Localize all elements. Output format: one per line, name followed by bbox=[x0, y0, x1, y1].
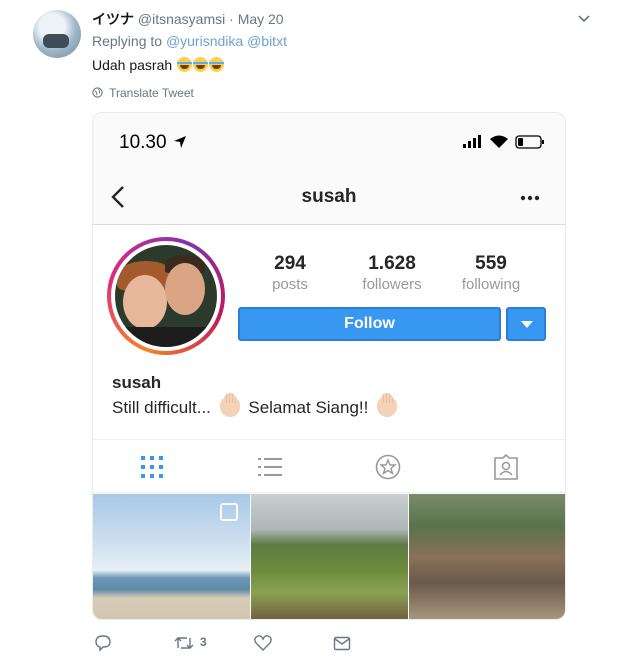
reply-handle[interactable]: @bitxt bbox=[247, 33, 287, 49]
multiple-photos-icon bbox=[220, 503, 238, 521]
phone-status-bar: 10.30 bbox=[93, 113, 565, 169]
translate-label: Translate Tweet bbox=[109, 86, 194, 100]
tweet-body: Udah pasrah bbox=[92, 57, 173, 73]
list-view-icon[interactable] bbox=[257, 454, 283, 480]
photo-tile-beach[interactable] bbox=[93, 494, 250, 619]
stat-following[interactable]: 559 following bbox=[446, 253, 536, 293]
globe-icon bbox=[92, 87, 103, 98]
wifi-icon bbox=[490, 135, 508, 148]
retweet-count: 3 bbox=[200, 635, 207, 649]
grid-view-icon[interactable] bbox=[139, 454, 165, 480]
posts-label: posts bbox=[272, 276, 308, 293]
followers-label: followers bbox=[362, 276, 422, 293]
instagram-nav-bar: susah bbox=[93, 169, 565, 225]
cellular-signal-icon bbox=[463, 135, 481, 148]
user-avatar[interactable] bbox=[33, 10, 81, 58]
profile-header: 294 posts 1.628 followers 559 following … bbox=[93, 225, 565, 439]
bio-text-part-2: Selamat Siang!! bbox=[248, 398, 369, 417]
suggested-dropdown-button[interactable] bbox=[506, 307, 546, 341]
waving-hand-icon bbox=[219, 393, 240, 417]
direct-message-icon[interactable] bbox=[333, 634, 351, 652]
follow-button[interactable]: Follow bbox=[238, 307, 501, 341]
stat-posts[interactable]: 294 posts bbox=[245, 253, 335, 293]
posts-count: 294 bbox=[274, 253, 306, 274]
stat-followers[interactable]: 1.628 followers bbox=[347, 253, 437, 293]
separator: · bbox=[229, 11, 234, 27]
photo-grid bbox=[93, 494, 565, 619]
laughing-emoji-icon bbox=[193, 57, 209, 72]
following-label: following bbox=[461, 276, 521, 293]
reply-handle[interactable]: @yurisndika bbox=[166, 33, 243, 49]
tweet-date[interactable]: May 20 bbox=[238, 11, 284, 27]
user-handle[interactable]: @itsnasyamsi bbox=[138, 11, 225, 27]
replying-to: Replying to @yurisndika @bitxt bbox=[92, 33, 287, 49]
display-name[interactable]: イツナ bbox=[92, 11, 134, 27]
phone-time: 10.30 bbox=[119, 132, 167, 153]
waving-hand-icon bbox=[377, 393, 398, 417]
profile-avatar[interactable] bbox=[107, 237, 225, 355]
chevron-down-icon[interactable] bbox=[576, 10, 592, 26]
location-arrow-icon bbox=[174, 136, 186, 148]
profile-tabs bbox=[93, 439, 565, 493]
profile-username-title: susah bbox=[301, 186, 357, 207]
more-options-icon[interactable] bbox=[520, 195, 540, 201]
replying-prefix: Replying to bbox=[92, 33, 163, 49]
retweet-icon[interactable] bbox=[174, 634, 194, 652]
bio-text-part-1: Still difficult... bbox=[112, 398, 211, 417]
battery-icon bbox=[515, 135, 544, 149]
laughing-emoji-icon bbox=[209, 57, 225, 72]
tweet-text: Udah pasrah bbox=[92, 57, 225, 73]
reply-icon[interactable] bbox=[94, 634, 112, 652]
profile-photo bbox=[115, 245, 217, 347]
like-heart-icon[interactable] bbox=[254, 634, 272, 652]
followers-count: 1.628 bbox=[368, 253, 416, 274]
bio-name: susah bbox=[112, 373, 162, 392]
triangle-down-icon bbox=[521, 321, 533, 328]
translate-tweet[interactable]: Translate Tweet bbox=[92, 86, 194, 100]
following-count: 559 bbox=[475, 253, 507, 274]
laughing-emoji-icon bbox=[177, 57, 193, 72]
tweet-actions: 3 bbox=[0, 626, 632, 656]
tagged-photos-icon[interactable] bbox=[493, 454, 519, 480]
tweet-media-screenshot[interactable]: 10.30 susah 294 posts 1.628 followers 55… bbox=[92, 112, 566, 620]
tweet-header: イツナ @itsnasyamsi · May 20 bbox=[92, 9, 284, 29]
bio-text: Still difficult... Selamat Siang!! bbox=[112, 393, 401, 418]
star-icon[interactable] bbox=[375, 454, 401, 480]
photo-tile-market[interactable] bbox=[409, 494, 565, 619]
tweet: イツナ @itsnasyamsi · May 20 Replying to @y… bbox=[0, 0, 632, 662]
photo-tile-rice-terrace[interactable] bbox=[251, 494, 408, 619]
